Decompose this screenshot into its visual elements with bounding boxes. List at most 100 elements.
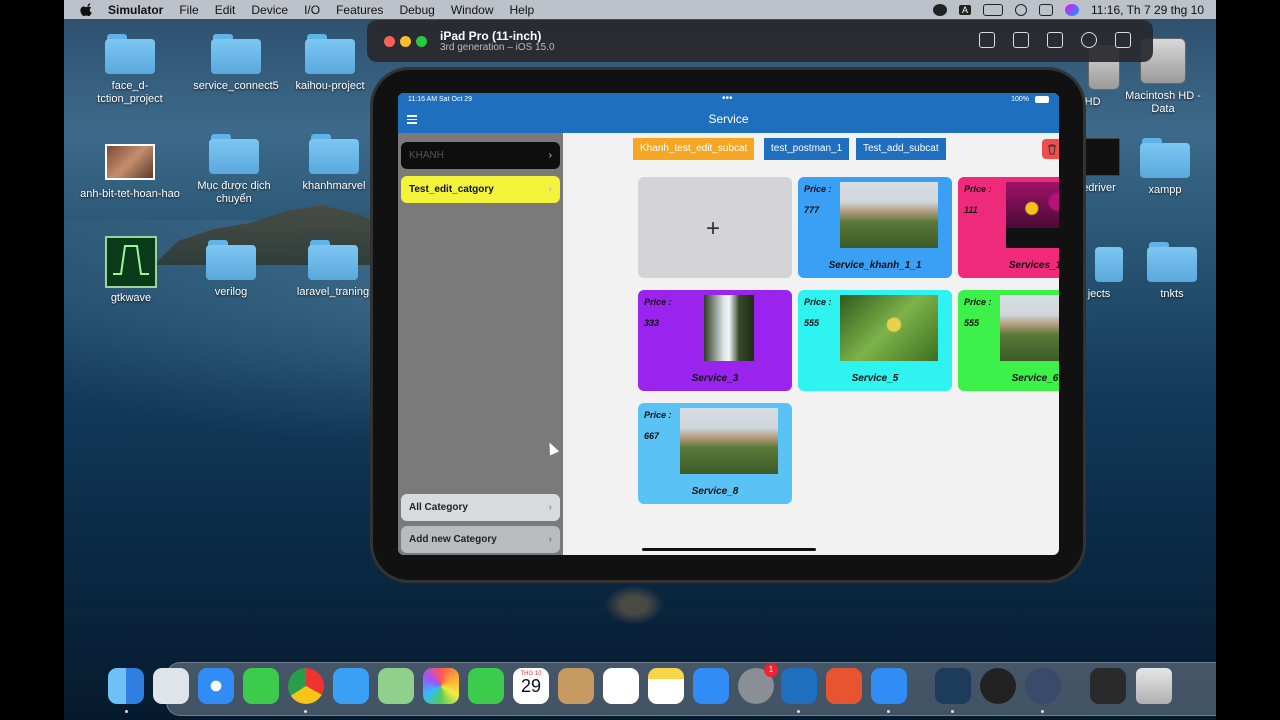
desktop-folder-moved-items[interactable]: Mục được dịch chuyển [184,134,284,206]
obs-icon[interactable] [980,668,1016,704]
desktop-image-anh-bit-tet[interactable]: anh-bit-tet-hoan-hao [80,138,180,201]
close-window-button[interactable] [384,36,395,47]
clock[interactable]: 11:16, Th 7 29 thg 10 [1091,3,1204,17]
menu-file[interactable]: File [179,3,198,17]
mail-icon[interactable] [333,668,369,704]
siri-icon[interactable] [1065,3,1080,16]
add-new-category-button[interactable]: Add new Category › [401,526,560,553]
maps-icon[interactable] [378,668,414,704]
image-thumbnail-icon [105,144,155,180]
add-service-card[interactable]: + [638,177,792,278]
running-indicator [951,710,954,713]
folder-icon [309,134,359,174]
desktop-folder-tnkts[interactable]: tnkts [1122,242,1216,301]
menu-window[interactable]: Window [451,3,494,17]
control-center-icon[interactable] [1039,3,1054,16]
service-image [840,182,938,248]
desktop-icon-label: laravel_traning [296,286,370,298]
menu-io[interactable]: I/O [304,3,320,17]
quicktime-icon[interactable] [1025,668,1061,704]
service-name: Service_3 [691,373,739,384]
screenshot-icon[interactable] [1013,32,1029,48]
apple-icon[interactable] [80,2,94,17]
desktop-folder-verilog[interactable]: verilog [181,240,281,299]
input-source-icon[interactable]: A [959,4,972,15]
menu-help[interactable]: Help [510,3,535,17]
running-indicator [125,710,128,713]
delete-button[interactable] [1042,139,1059,159]
chevron-right-icon: › [548,534,552,545]
wallpaper-rock [604,585,664,625]
app-store-icon[interactable] [693,668,729,704]
zoom-window-button[interactable] [416,36,427,47]
multitasking-dots-icon[interactable]: ••• [722,93,733,104]
notes-icon[interactable] [648,668,684,704]
record-icon[interactable] [933,3,947,16]
service-name: Service_khanh_1_1 [828,260,922,271]
menu-device[interactable]: Device [251,3,288,17]
postman-icon[interactable] [826,668,862,704]
menu-debug[interactable]: Debug [399,3,434,17]
plus-icon: + [706,215,721,242]
category-item-khanh[interactable]: KHANH › [401,142,560,169]
search-icon[interactable] [1015,3,1028,16]
service-card[interactable]: Price : 667 Service_8 [638,403,792,504]
subcategory-chip-khanh-test-edit[interactable]: Khanh_test_edit_subcat [633,138,755,160]
minimize-window-button[interactable] [400,36,411,47]
price-value: 777 [804,205,820,215]
keyboard-icon[interactable] [1115,32,1131,48]
service-image [840,295,938,361]
all-category-label: All Category [409,502,468,513]
messages-icon[interactable] [243,668,279,704]
menu-app-simulator[interactable]: Simulator [108,3,163,17]
finder-icon[interactable] [108,668,144,704]
service-image [704,295,754,361]
rotate-icon[interactable] [1047,32,1063,48]
subcategory-chip-test-postman[interactable]: test_postman_1 [764,138,850,160]
price-value: 667 [644,431,660,441]
system-preferences-icon[interactable]: 1 [738,663,778,704]
launchpad-icon[interactable] [153,668,189,704]
safari-icon[interactable] [198,668,234,704]
desktop-icon-label: Macintosh HD - Data [1125,90,1201,115]
home-indicator[interactable] [642,548,816,551]
service-image [1006,182,1059,248]
mysql-workbench-icon[interactable] [935,668,971,704]
service-card[interactable]: Price : 555 Service_6 [958,290,1059,391]
category-item-test-edit-catgory[interactable]: Test_edit_catgory › [401,176,560,203]
service-card[interactable]: Price : 111 Services_1 [958,177,1059,278]
desktop-folder-service-connect5[interactable]: service_connect5 [186,34,286,93]
desktop-folder-khanhmarvel[interactable]: khanhmarvel [284,134,384,193]
desktop-folder-face-detection[interactable]: face_d- tction_project [80,34,180,106]
desktop-folder-xampp[interactable]: xampp [1115,138,1215,197]
service-card[interactable]: Price : 777 Service_khanh_1_1 [798,177,952,278]
recent-document-icon[interactable] [1090,668,1126,704]
xcode-icon[interactable] [871,668,907,704]
battery-icon[interactable] [983,3,1004,16]
simulator-window-titlebar[interactable]: iPad Pro (11-inch) 3rd generation – iOS … [367,20,1153,62]
calendar-icon[interactable]: THG 10 29 [513,668,549,704]
price-value: 555 [804,318,820,328]
chrome-icon[interactable] [288,668,324,704]
photos-icon[interactable] [423,668,459,704]
desktop-app-gtkwave[interactable]: gtkwave [81,236,181,305]
desktop-folder-kaihou-project[interactable]: kaihou-project [280,34,380,93]
menu-features[interactable]: Features [336,3,383,17]
calendar-day: 29 [520,676,542,696]
trash-icon[interactable] [1136,668,1172,704]
facetime-icon[interactable] [468,668,504,704]
service-card[interactable]: Price : 555 Service_5 [798,290,952,391]
service-card[interactable]: Price : 333 Service_3 [638,290,792,391]
subcategory-chip-test-add[interactable]: Test_add_subcat [856,138,946,160]
appearance-icon[interactable] [1081,32,1097,48]
all-category-button[interactable]: All Category › [401,494,560,521]
service-name: Service_8 [691,486,739,497]
vscode-icon[interactable] [781,668,817,704]
reminders-icon[interactable] [603,668,639,704]
contacts-icon[interactable] [558,668,594,704]
navigation-bar: Service [398,107,1059,133]
home-icon[interactable] [979,32,995,48]
price-label: Price : [964,184,992,194]
menu-edit[interactable]: Edit [215,3,236,17]
desktop-folder-laravel-traning[interactable]: laravel_traning [283,240,383,299]
